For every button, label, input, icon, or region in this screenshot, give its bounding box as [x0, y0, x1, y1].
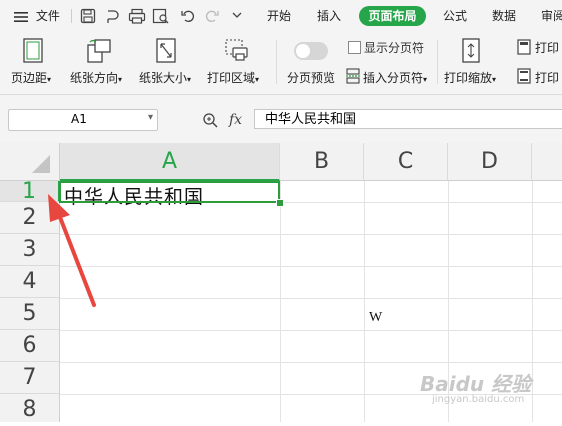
row-header-8[interactable]: 8	[0, 394, 60, 422]
print-header-button[interactable]: 打印	[535, 69, 559, 86]
row-header-5[interactable]: 5	[0, 298, 60, 330]
column-header-e[interactable]	[532, 143, 562, 181]
undo-icon[interactable]	[180, 8, 196, 24]
show-page-breaks-label: 显示分页符	[364, 41, 425, 55]
file-menu[interactable]: 文件	[14, 0, 60, 32]
margins-icon[interactable]	[22, 38, 46, 64]
gridline	[60, 330, 562, 331]
tab-page-layout[interactable]: 页面布局	[359, 6, 426, 26]
orientation-icon[interactable]	[86, 38, 112, 64]
print-area-button[interactable]: 打印区域▾	[207, 69, 259, 86]
fx-button[interactable]: fx	[229, 112, 242, 128]
row-header-3[interactable]: 3	[0, 234, 60, 266]
baidu-watermark-url: jingyan.baidu.com	[432, 394, 525, 405]
gridline	[60, 362, 562, 363]
orientation-label: 纸张方向	[70, 71, 119, 85]
page-break-preview-toggle[interactable]	[294, 42, 328, 60]
tab-home[interactable]: 开始	[267, 0, 291, 32]
row-header-6[interactable]: 6	[0, 330, 60, 362]
redo-icon[interactable]	[204, 8, 220, 24]
cell-c5[interactable]: W	[369, 310, 382, 326]
print-scale-button[interactable]: 打印缩放▾	[444, 69, 496, 86]
gridline	[364, 181, 365, 422]
margins-label: 页边距	[11, 71, 48, 85]
paper-size-label: 纸张大小	[139, 71, 188, 85]
row-header-1[interactable]: 1	[0, 181, 60, 203]
column-header-c[interactable]: C	[364, 143, 448, 181]
name-box-value: A1	[71, 112, 87, 126]
print-header-icon	[517, 68, 531, 84]
tab-data[interactable]: 数据	[492, 0, 516, 32]
row-header-2[interactable]: 2	[0, 202, 60, 234]
gridline	[60, 266, 562, 267]
baidu-watermark: Baidu 经验	[420, 372, 532, 396]
print-scale-label: 打印缩放	[444, 71, 493, 85]
gridline	[60, 298, 562, 299]
insert-page-break-label: 插入分页符	[363, 71, 424, 85]
column-header-a[interactable]: A	[60, 143, 280, 181]
menu-bar: 文件 开始 插入 页面布局 公式 数据 审阅	[0, 0, 562, 32]
gridline	[532, 181, 533, 422]
tab-insert[interactable]: 插入	[317, 0, 341, 32]
divider	[276, 40, 277, 84]
show-page-breaks-checkbox[interactable]	[348, 41, 361, 54]
ribbon: 页边距▾ 纸张方向▾ 纸张大小▾ 打印区域▾ 分页预览 显示分页符 插入分页符▾…	[0, 32, 562, 95]
name-box[interactable]: A1 ▾	[8, 109, 158, 131]
fill-handle[interactable]	[276, 199, 284, 207]
insert-page-break-icon	[346, 68, 360, 84]
gridline	[60, 234, 562, 235]
print-area-label: 打印区域	[207, 71, 256, 85]
formula-input[interactable]: 中华人民共和国	[254, 109, 562, 129]
chevron-down-icon[interactable]	[232, 11, 242, 19]
cell-selection	[59, 181, 280, 203]
paper-size-button[interactable]: 纸张大小▾	[139, 69, 191, 86]
tab-review[interactable]: 审阅	[541, 0, 562, 32]
divider	[71, 9, 72, 23]
paper-size-icon[interactable]	[155, 38, 179, 64]
row-header-4[interactable]: 4	[0, 266, 60, 298]
insert-page-break-button[interactable]: 插入分页符▾	[363, 69, 427, 86]
save-icon[interactable]	[80, 8, 96, 24]
formula-area: A1 ▾ fx 中华人民共和国	[0, 95, 562, 143]
print-icon[interactable]	[128, 8, 146, 24]
margins-button[interactable]: 页边距▾	[11, 69, 51, 86]
row-header-7[interactable]: 7	[0, 362, 60, 394]
column-header-d[interactable]: D	[448, 143, 532, 181]
file-menu-label: 文件	[35, 9, 60, 23]
print-scale-icon[interactable]	[461, 38, 483, 64]
undo-history-icon[interactable]	[104, 8, 120, 24]
print-titles-button[interactable]: 打印	[535, 39, 559, 56]
tab-formulas[interactable]: 公式	[443, 0, 467, 32]
gridline	[280, 181, 281, 422]
orientation-button[interactable]: 纸张方向▾	[70, 69, 122, 86]
zoom-search-icon[interactable]	[202, 112, 218, 128]
hamburger-icon	[14, 11, 28, 23]
print-area-icon[interactable]	[224, 38, 250, 64]
print-titles-icon	[517, 39, 531, 55]
divider	[437, 40, 438, 84]
print-preview-icon[interactable]	[152, 8, 170, 24]
page-break-preview-label: 分页预览	[287, 71, 336, 85]
select-all-corner[interactable]	[0, 143, 60, 181]
column-header-b[interactable]: B	[280, 143, 364, 181]
chevron-down-icon[interactable]: ▾	[148, 112, 153, 123]
